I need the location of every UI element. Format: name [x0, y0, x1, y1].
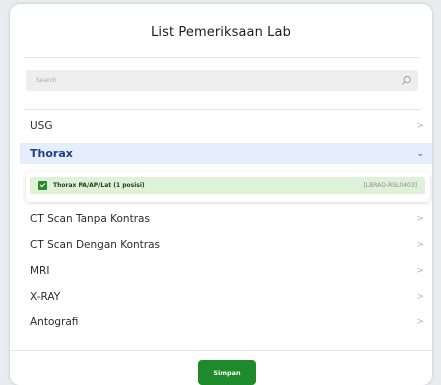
- thorax-submenu: Thorax PA/AP/Lat (1 posisi) [LBRAD-RSL04…: [26, 172, 430, 202]
- category-label: CT Scan Tanpa Kontras: [30, 212, 150, 225]
- category-label: X-RAY: [30, 290, 61, 303]
- dialog-title: List Pemeriksaan Lab: [151, 25, 291, 40]
- category-label: MRI: [30, 264, 50, 277]
- chevron-right-icon: >: [416, 316, 424, 327]
- category-mri[interactable]: MRI >: [20, 260, 432, 281]
- category-ct-scan-tanpa-kontras[interactable]: CT Scan Tanpa Kontras >: [20, 208, 432, 229]
- category-ct-scan-dengan-kontras[interactable]: CT Scan Dengan Kontras >: [20, 234, 432, 255]
- title-divider: [24, 57, 420, 58]
- category-label: CT Scan Dengan Kontras: [30, 238, 161, 251]
- exam-item-code: [LBRAD-RSL0403]: [363, 182, 417, 189]
- category-label: Antografi: [30, 315, 79, 328]
- list-divider: [24, 109, 420, 110]
- chevron-right-icon: >: [416, 291, 424, 302]
- exam-item-label: Thorax PA/AP/Lat (1 posisi): [53, 182, 145, 189]
- chevron-right-icon: >: [416, 120, 424, 131]
- search-icon[interactable]: [401, 75, 412, 86]
- chevron-down-icon: ⌄: [416, 148, 424, 159]
- category-usg[interactable]: USG >: [20, 115, 432, 136]
- category-antografi[interactable]: Antografi >: [20, 311, 432, 332]
- category-label: Thorax: [30, 147, 73, 160]
- checkbox-checked-icon[interactable]: [38, 181, 47, 190]
- save-button[interactable]: Simpan: [198, 360, 256, 385]
- exam-item-thorax-pa[interactable]: Thorax PA/AP/Lat (1 posisi) [LBRAD-RSL04…: [30, 177, 425, 194]
- search-input[interactable]: [36, 77, 336, 84]
- search-bar[interactable]: [26, 70, 418, 91]
- lab-exam-dialog: List Pemeriksaan Lab USG > Thorax ⌄ Thor…: [10, 4, 432, 385]
- category-x-ray[interactable]: X-RAY >: [20, 286, 432, 307]
- footer-divider: [10, 350, 432, 351]
- chevron-right-icon: >: [416, 239, 424, 250]
- chevron-right-icon: >: [416, 213, 424, 224]
- chevron-right-icon: >: [416, 265, 424, 276]
- category-label: USG: [30, 119, 53, 132]
- category-thorax[interactable]: Thorax ⌄: [20, 143, 432, 164]
